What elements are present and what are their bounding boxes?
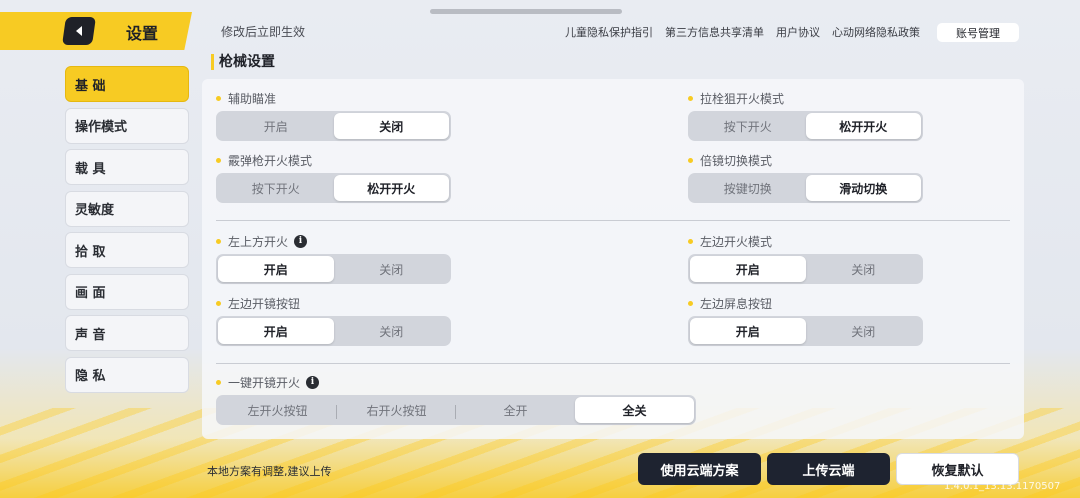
setting-label: 左边屏息按钮 [700, 296, 773, 311]
option-on[interactable]: 开启 [218, 256, 334, 282]
footer-note: 本地方案有调整,建议上传 [207, 465, 332, 478]
title-tab [0, 12, 192, 50]
sidebar-item-privacy[interactable]: 隐 私 [65, 356, 189, 393]
link-third-party-sharing[interactable]: 第三方信息共享清单 [665, 24, 764, 40]
option-off[interactable]: 关闭 [806, 256, 922, 282]
option-release-fire[interactable]: 松开开火 [805, 113, 921, 139]
info-icon[interactable]: i [294, 234, 308, 248]
setting-aim-assist: 辅助瞄准 开启 关闭 [216, 90, 451, 141]
sidebar-item-pickup[interactable]: 拾 取 [65, 232, 189, 268]
link-privacy-policy[interactable]: 心动网络隐私政策 [832, 24, 920, 40]
setting-label: 一键开镜开火 [228, 375, 301, 390]
segmented-control: 左开火按钮 右开火按钮 全开 全关 [216, 395, 696, 425]
segmented-control: 按下开火 松开开火 [216, 173, 451, 203]
setting-label: 左边开火模式 [700, 234, 773, 249]
segmented-control: 按键切换 滑动切换 [688, 173, 923, 203]
setting-top-left-fire: 左上方开火 i 开启 关闭 [216, 233, 451, 284]
setting-one-key-scope-fire: 一键开镜开火 i 左开火按钮 右开火按钮 全开 全关 [216, 374, 696, 425]
top-links: 儿童隐私保护指引 第三方信息共享清单 用户协议 心动网络隐私政策 [565, 24, 920, 40]
sidebar: 基 础 操作模式 载 具 灵敏度 拾 取 画 面 声 音 隐 私 [65, 66, 189, 398]
divider [216, 220, 1010, 221]
option-off[interactable]: 关闭 [334, 318, 450, 344]
segmented-control: 开启 关闭 [216, 111, 451, 141]
segmented-control: 按下开火 松开开火 [688, 111, 923, 141]
segmented-control: 开启 关闭 [216, 316, 451, 346]
sidebar-item-sound[interactable]: 声 音 [65, 315, 189, 351]
option-all-off[interactable]: 全关 [575, 397, 694, 423]
setting-label: 拉栓狙开火模式 [700, 91, 785, 106]
segmented-control: 开启 关闭 [688, 316, 923, 346]
option-all-on[interactable]: 全开 [456, 397, 575, 423]
option-off[interactable]: 关闭 [334, 256, 450, 282]
sidebar-item-basic[interactable]: 基 础 [65, 66, 189, 102]
option-right-fire-button[interactable]: 右开火按钮 [337, 397, 456, 423]
segmented-control: 开启 关闭 [688, 254, 923, 284]
option-left-fire-button[interactable]: 左开火按钮 [218, 397, 337, 423]
notice-text: 修改后立即生效 [221, 25, 306, 39]
segmented-control: 开启 关闭 [216, 254, 451, 284]
option-on[interactable]: 开启 [218, 113, 334, 139]
setting-shotgun-fire-mode: 霰弹枪开火模式 按下开火 松开开火 [216, 152, 451, 203]
setting-label: 霰弹枪开火模式 [228, 153, 313, 168]
option-press-fire[interactable]: 按下开火 [690, 113, 806, 139]
back-arrow-icon [76, 26, 82, 36]
divider [216, 363, 1010, 364]
option-slide-switch[interactable]: 滑动切换 [805, 175, 921, 201]
use-cloud-plan-button[interactable]: 使用云端方案 [638, 453, 761, 485]
drag-handle[interactable] [430, 9, 622, 14]
option-off[interactable]: 关闭 [333, 113, 449, 139]
setting-left-hold-breath-button: 左边屏息按钮 开启 关闭 [688, 295, 923, 346]
setting-left-fire-mode: 左边开火模式 开启 关闭 [688, 233, 923, 284]
setting-scope-switch-mode: 倍镜切换模式 按键切换 滑动切换 [688, 152, 923, 203]
setting-label: 倍镜切换模式 [700, 153, 773, 168]
option-on[interactable]: 开启 [690, 318, 806, 344]
sidebar-item-graphics[interactable]: 画 面 [65, 273, 189, 310]
sidebar-item-vehicle[interactable]: 载 具 [65, 149, 189, 185]
option-key-switch[interactable]: 按键切换 [690, 175, 806, 201]
link-user-agreement[interactable]: 用户协议 [776, 24, 820, 40]
option-release-fire[interactable]: 松开开火 [333, 175, 449, 201]
option-off[interactable]: 关闭 [806, 318, 922, 344]
option-on[interactable]: 开启 [218, 318, 334, 344]
setting-label: 左边开镜按钮 [228, 296, 301, 311]
option-press-fire[interactable]: 按下开火 [218, 175, 334, 201]
sidebar-item-sensitivity[interactable]: 灵敏度 [65, 190, 189, 227]
link-child-privacy[interactable]: 儿童隐私保护指引 [565, 24, 653, 40]
setting-label: 左上方开火 [228, 234, 289, 249]
option-on[interactable]: 开启 [690, 256, 806, 282]
setting-bolt-sniper-fire-mode: 拉栓狙开火模式 按下开火 松开开火 [688, 90, 923, 141]
info-icon[interactable]: i [306, 375, 320, 389]
page-title: 设置 [126, 24, 159, 43]
upload-cloud-button[interactable]: 上传云端 [767, 453, 890, 485]
setting-left-scope-button: 左边开镜按钮 开启 关闭 [216, 295, 451, 346]
account-management-button[interactable]: 账号管理 [937, 23, 1019, 42]
back-button[interactable] [62, 17, 96, 45]
sidebar-item-control-mode[interactable]: 操作模式 [65, 107, 189, 144]
section-title: 枪械设置 [211, 54, 275, 70]
setting-label: 辅助瞄准 [228, 91, 277, 106]
version-text: 1.4.0.1_13.13.1170507 [944, 481, 1061, 492]
